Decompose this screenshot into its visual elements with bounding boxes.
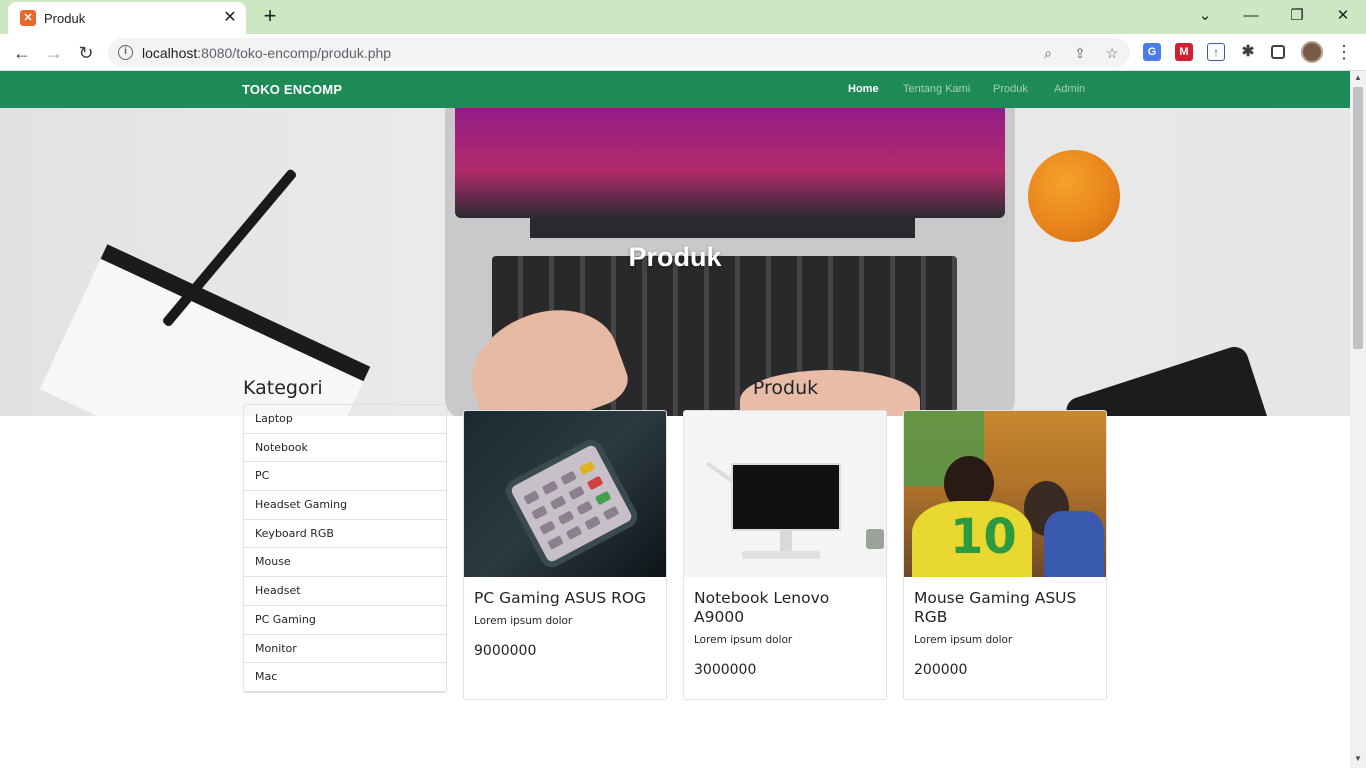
product-name[interactable]: PC Gaming ASUS ROG xyxy=(474,589,658,608)
upload-extension-icon[interactable]: ↑ xyxy=(1207,43,1225,61)
nav-link-admin[interactable]: Admin xyxy=(1054,83,1085,95)
category-item-mac[interactable]: Mac xyxy=(244,663,446,692)
browser-tab-bar: ✕ Produk ✕ + ⌄ — ❐ ✕ xyxy=(0,0,1366,34)
browser-toolbar: ← → ↻ i localhost:8080/toko-encomp/produ… xyxy=(0,34,1366,71)
product-image xyxy=(684,411,886,577)
category-item-monitor[interactable]: Monitor xyxy=(244,635,446,664)
product-card[interactable]: PC Gaming ASUS ROG Lorem ipsum dolor 900… xyxy=(463,410,667,700)
keypad-key xyxy=(523,490,540,505)
new-tab-icon[interactable]: + xyxy=(258,5,282,29)
category-item-mouse[interactable]: Mouse xyxy=(244,548,446,578)
extensions-puzzle-icon[interactable]: ✱ xyxy=(1239,43,1257,61)
page-scrollbar[interactable]: ▲ ▼ xyxy=(1350,71,1366,768)
hero-banner: Produk xyxy=(0,108,1350,416)
imac-stand-image xyxy=(780,531,792,553)
product-price: 3000000 xyxy=(694,662,757,678)
nav-link-produk[interactable]: Produk xyxy=(993,83,1028,95)
address-bar[interactable]: i localhost:8080/toko-encomp/produk.php … xyxy=(108,38,1130,67)
product-price: 9000000 xyxy=(474,643,537,659)
product-name[interactable]: Notebook Lenovo A9000 xyxy=(694,589,878,627)
keypad-key xyxy=(560,470,577,486)
xampp-favicon-icon: ✕ xyxy=(20,10,36,26)
nav-link-tentang-kami[interactable]: Tentang Kami xyxy=(903,83,970,95)
product-name[interactable]: Mouse Gaming ASUS RGB xyxy=(914,589,1098,627)
close-tab-icon[interactable]: ✕ xyxy=(220,8,240,28)
keypad-key xyxy=(549,495,567,510)
bookmark-star-icon[interactable]: ☆ xyxy=(1102,43,1122,63)
hero-orange-image xyxy=(1028,150,1120,242)
category-item-pc-gaming[interactable]: PC Gaming xyxy=(244,606,446,635)
browser-menu-icon[interactable]: ⋮ xyxy=(1334,41,1354,63)
keypad-key xyxy=(602,505,620,521)
category-item-pc[interactable]: PC xyxy=(244,462,446,492)
translate-extension-icon[interactable]: G xyxy=(1143,43,1161,61)
category-item-keyboard-rgb[interactable]: Keyboard RGB xyxy=(244,520,446,549)
keypad-key xyxy=(586,475,604,491)
product-description: Lorem ipsum dolor xyxy=(914,634,1013,646)
keypad-key xyxy=(578,460,596,476)
scroll-down-arrow-icon[interactable]: ▼ xyxy=(1350,754,1366,766)
product-description: Lorem ipsum dolor xyxy=(474,615,573,627)
keypad-key xyxy=(594,490,612,506)
restore-icon[interactable]: ❐ xyxy=(1283,4,1311,28)
plant-image xyxy=(866,529,884,549)
product-description: Lorem ipsum dolor xyxy=(694,634,793,646)
zoom-icon[interactable]: ⌕ xyxy=(1038,43,1058,63)
browser-tab[interactable]: ✕ Produk ✕ xyxy=(8,2,246,34)
category-item-laptop[interactable]: Laptop xyxy=(244,405,446,434)
product-image xyxy=(464,411,666,577)
keypad-key xyxy=(576,500,593,516)
category-item-headset[interactable]: Headset xyxy=(244,577,446,606)
keypad-key xyxy=(557,510,575,525)
jersey-number-graphic: 10 xyxy=(950,509,1017,565)
reload-icon[interactable]: ↻ xyxy=(73,40,99,66)
keyboard-image xyxy=(742,551,820,559)
hero-laptop-hinge xyxy=(530,218,915,238)
web-page: TOKO ENCOMP Home Tentang Kami Produk Adm… xyxy=(0,71,1350,768)
minimize-icon[interactable]: — xyxy=(1237,4,1265,28)
product-image: 10 xyxy=(904,411,1106,577)
scroll-thumb[interactable] xyxy=(1353,87,1363,349)
side-panel-icon[interactable] xyxy=(1271,45,1285,59)
forward-arrow-icon[interactable]: → xyxy=(41,40,67,66)
site-brand[interactable]: TOKO ENCOMP xyxy=(242,82,342,97)
url-text: localhost:8080/toko-encomp/produk.php xyxy=(142,45,392,61)
site-navbar: TOKO ENCOMP Home Tentang Kami Produk Adm… xyxy=(0,71,1350,108)
scroll-up-arrow-icon[interactable]: ▲ xyxy=(1350,73,1366,85)
hero-title: Produk xyxy=(628,242,722,272)
kid-image xyxy=(1044,511,1104,577)
category-heading: Kategori xyxy=(243,377,323,399)
nav-link-home[interactable]: Home xyxy=(848,83,879,95)
keypad-key xyxy=(539,520,556,535)
product-heading: Produk xyxy=(752,377,819,399)
keypad-key xyxy=(584,515,601,531)
product-card[interactable]: Notebook Lenovo A9000 Lorem ipsum dolor … xyxy=(683,410,887,700)
close-window-icon[interactable]: ✕ xyxy=(1329,4,1357,28)
category-list: Laptop Notebook PC Headset Gaming Keyboa… xyxy=(243,404,447,693)
category-item-headset-gaming[interactable]: Headset Gaming xyxy=(244,491,446,520)
tab-search-chevron-icon[interactable]: ⌄ xyxy=(1191,4,1219,28)
tab-title: Produk xyxy=(44,11,86,26)
profile-avatar[interactable] xyxy=(1301,41,1323,63)
keypad-key xyxy=(547,535,564,550)
keypad-key xyxy=(568,485,585,501)
product-card[interactable]: 10 Mouse Gaming ASUS RGB Lorem ipsum dol… xyxy=(903,410,1107,700)
back-arrow-icon[interactable]: ← xyxy=(9,40,35,66)
keypad-key xyxy=(541,480,559,495)
imac-image xyxy=(731,463,841,531)
keypad-key xyxy=(531,505,548,520)
hero-laptop-screen xyxy=(455,108,1005,218)
product-price: 200000 xyxy=(914,662,968,678)
keypad-image xyxy=(509,443,634,564)
share-icon[interactable]: ⇪ xyxy=(1070,43,1090,63)
red-extension-icon[interactable]: M xyxy=(1175,43,1193,61)
category-item-notebook[interactable]: Notebook xyxy=(244,434,446,463)
keypad-key xyxy=(565,525,583,540)
site-info-icon[interactable]: i xyxy=(118,45,133,60)
